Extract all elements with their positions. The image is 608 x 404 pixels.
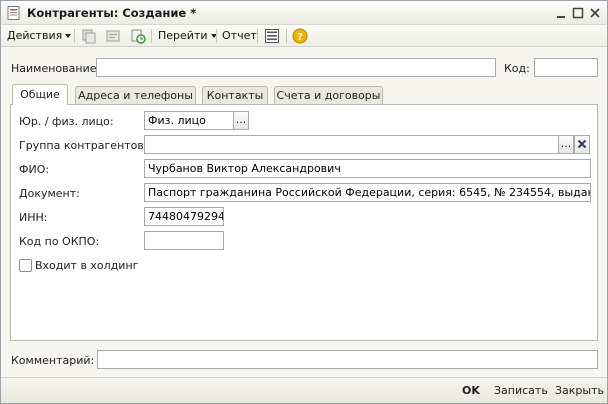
code-label: Код: (504, 62, 530, 75)
comment-field[interactable] (97, 350, 598, 369)
legal-type-label: Юр. / физ. лицо: (19, 115, 114, 128)
comment-label: Комментарий: (11, 354, 95, 367)
toolbar: Действия Перейти Отчет ? (1, 25, 607, 47)
goto-menu-button[interactable]: Перейти (158, 27, 217, 45)
group-label: Группа контрагентов: (19, 139, 148, 152)
okpo-label: Код по ОКПО: (19, 235, 100, 248)
group-select-button[interactable]: ... (558, 135, 574, 154)
ok-button[interactable]: OK (462, 384, 480, 397)
clear-icon (577, 139, 587, 149)
app-icon (7, 6, 20, 20)
help-icon[interactable]: ? (292, 28, 308, 44)
fio-field[interactable]: Чурбанов Виктор Александрович (144, 159, 591, 178)
inn-label: ИНН: (19, 211, 48, 224)
toolbar-separator (216, 29, 217, 43)
group-clear-button[interactable] (574, 135, 590, 154)
actions-menu-button[interactable]: Действия (7, 27, 72, 45)
save-button[interactable]: Записать (494, 384, 548, 397)
code-field[interactable] (534, 58, 598, 77)
copy-icon[interactable] (81, 28, 97, 44)
title-bar: Контрагенты: Создание * (1, 1, 607, 25)
document-label: Документ: (19, 187, 80, 200)
group-field[interactable] (144, 135, 560, 154)
report-button[interactable]: Отчет (222, 27, 257, 45)
name-label: Наименование: (11, 62, 101, 75)
document-field[interactable]: Паспорт гражданина Российской Федерации,… (144, 183, 591, 202)
maximize-icon[interactable] (570, 5, 586, 21)
actions-menu-label: Действия (7, 29, 63, 42)
form-window: Контрагенты: Создание * Действия Перейти… (0, 0, 608, 404)
holding-label: Входит в холдинг (35, 259, 139, 272)
holding-checkbox[interactable] (19, 259, 32, 272)
fio-label: ФИО: (19, 163, 50, 176)
tab-general[interactable]: Общие (12, 84, 68, 105)
goto-menu-label: Перейти (158, 29, 208, 42)
tab-addresses-phones[interactable]: Адреса и телефоны (75, 86, 196, 104)
toolbar-separator (151, 29, 152, 43)
legal-type-field[interactable]: Физ. лицо (144, 111, 235, 130)
svg-text:?: ? (297, 32, 303, 43)
chevron-down-icon (65, 34, 72, 38)
edit-icon[interactable] (105, 28, 121, 44)
close-icon[interactable] (587, 5, 603, 21)
tab-contacts[interactable]: Контакты (202, 86, 268, 104)
minimize-icon[interactable] (553, 5, 569, 21)
toolbar-separator (74, 29, 75, 43)
toolbar-separator (257, 29, 258, 43)
tab-accounts-contracts[interactable]: Счета и договоры (274, 86, 383, 104)
structure-icon[interactable] (264, 28, 280, 44)
inn-field[interactable]: 744804792943 (144, 207, 224, 226)
bottom-bar: OK Записать Закрыть (1, 377, 607, 403)
okpo-field[interactable] (144, 231, 224, 250)
toolbar-separator (286, 29, 287, 43)
window-title: Контрагенты: Создание * (27, 6, 197, 20)
refresh-icon[interactable] (130, 28, 146, 44)
name-field[interactable] (96, 58, 496, 77)
legal-type-select-button[interactable]: ... (233, 111, 249, 130)
close-button[interactable]: Закрыть (555, 384, 604, 397)
